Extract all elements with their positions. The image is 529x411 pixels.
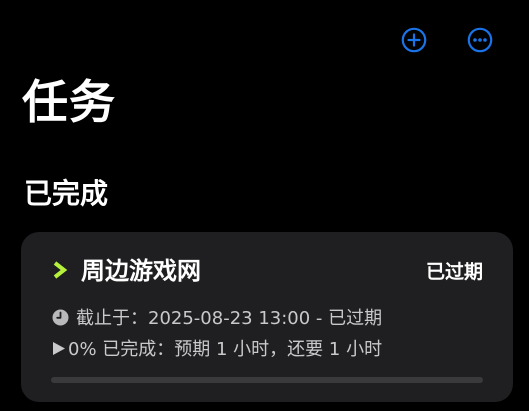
section-title-completed: 已完成	[24, 177, 109, 210]
more-options-button[interactable]	[467, 27, 493, 53]
page-title: 任务	[22, 75, 116, 129]
chevron-right-icon	[53, 261, 68, 279]
tasks-screen: 任务 已完成 周边游戏网 已过期 截止于：2025-08-23 13:00 - …	[0, 0, 529, 411]
ellipsis-circle-icon	[467, 27, 493, 53]
play-icon	[53, 342, 65, 355]
progress-row: 0% 已完成：预期 1 小时，还要 1 小时	[52, 337, 382, 363]
task-title: 周边游戏网	[81, 257, 201, 285]
progress-text: 0% 已完成：预期 1 小时，还要 1 小时	[68, 339, 383, 360]
task-card[interactable]: 周边游戏网 已过期 截止于：2025-08-23 13:00 - 已过期 0% …	[21, 232, 513, 402]
add-task-button[interactable]	[401, 27, 427, 53]
progress-bar	[51, 377, 483, 383]
deadline-row: 截止于：2025-08-23 13:00 - 已过期	[52, 306, 382, 332]
deadline-text: 截止于：2025-08-23 13:00 - 已过期	[76, 308, 383, 329]
clock-icon	[52, 309, 69, 326]
status-badge: 已过期	[425, 261, 483, 283]
plus-circle-icon	[401, 27, 427, 53]
